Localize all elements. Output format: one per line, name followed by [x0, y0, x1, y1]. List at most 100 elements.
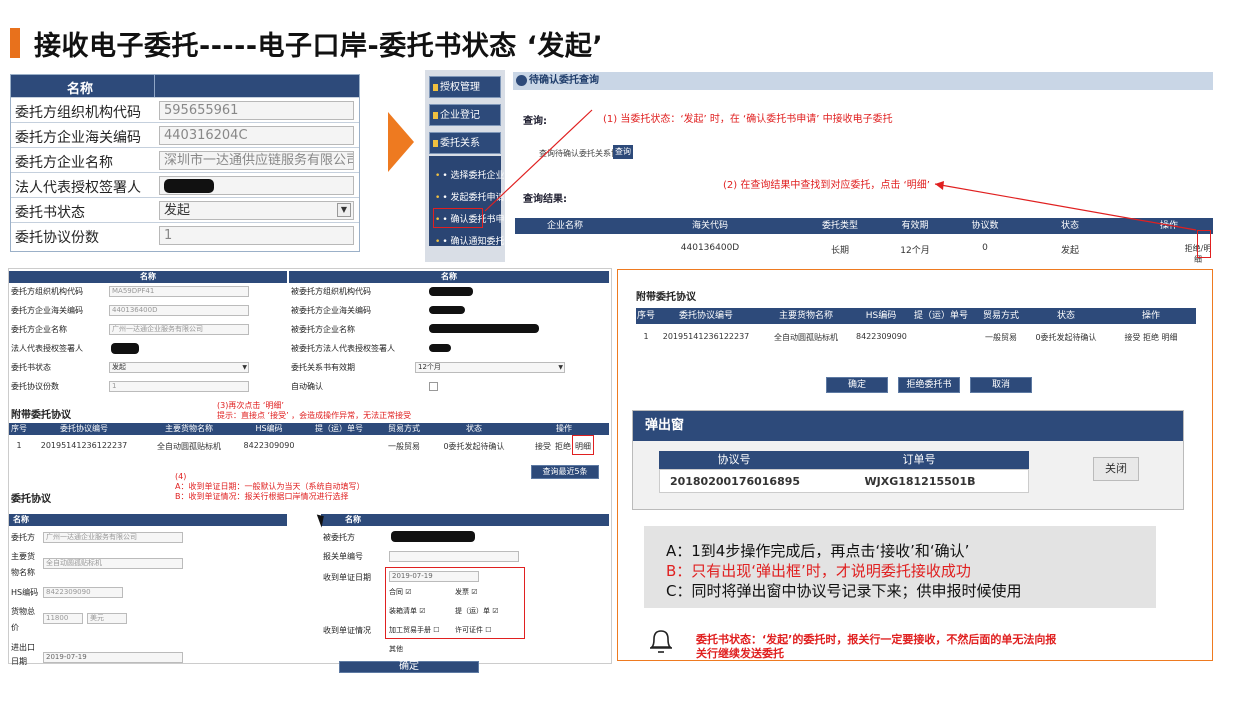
field-label: 委托方企业海关编码: [11, 306, 83, 315]
column-header: 协议号: [717, 453, 751, 466]
ok-button[interactable]: 确定: [826, 377, 888, 393]
column-header: HS编码: [255, 424, 283, 433]
note-4a: A：收到单证日期：一般默认为当天（系统自动填写）: [175, 482, 365, 491]
redaction: [429, 287, 473, 296]
redaction: [429, 324, 539, 333]
redaction: [111, 343, 139, 354]
field-label: 委托书状态: [11, 363, 51, 372]
validity-value: 12个月: [418, 363, 441, 371]
cancel-button[interactable]: 取消: [970, 377, 1032, 393]
column-header: 主要货物名称: [165, 424, 213, 433]
agreements-title: 附带委托协议: [636, 292, 696, 303]
column-header: 委托协议编号: [60, 424, 108, 433]
check-label[interactable]: 发票 ☑: [455, 586, 478, 599]
check-label[interactable]: 合同 ☑: [389, 586, 412, 599]
field-label: 货物总: [11, 607, 35, 616]
check-text: 提（运）单: [455, 607, 490, 615]
field-label: 自动确认: [291, 382, 323, 391]
column-header: 主要货物名称: [778, 311, 833, 321]
close-label: 关闭: [1105, 462, 1127, 475]
field-input[interactable]: 2019-07-19: [43, 652, 183, 663]
arrow-head: [935, 181, 944, 190]
check-text: 许可证件: [455, 626, 483, 634]
note-c: C：同时将弹出窗中协议号记录下来；供申报时候使用: [666, 582, 1022, 600]
check-label[interactable]: 许可证件 ☐: [455, 624, 492, 637]
column-header: HS编码: [865, 311, 897, 321]
confirm-button[interactable]: 确定: [339, 661, 479, 673]
popup-row: 20180200176016895 WJXG181215501B: [659, 469, 1029, 493]
currency-field[interactable]: 美元: [87, 613, 127, 624]
reject-button[interactable]: 拒绝委托书: [898, 377, 960, 393]
auto-confirm-checkbox[interactable]: [429, 382, 438, 391]
field-label: 报关单编号: [323, 552, 363, 561]
table-cell: 20195141236122237: [40, 441, 128, 450]
field-input[interactable]: [389, 551, 519, 562]
field-label: 被委托方法人代表授权签署人: [291, 344, 395, 353]
popup-table-header: 协议号 订单号: [659, 451, 1029, 469]
bottom-left-header: 名称: [9, 514, 287, 526]
check-label[interactable]: 装箱清单 ☑: [389, 605, 426, 618]
table-cell: 8422309090: [243, 441, 295, 450]
field-input[interactable]: 全自动圆孤贴标机: [43, 558, 183, 569]
agreement-number: 20180200176016895: [669, 475, 801, 488]
agreements-title: 附带委托协议: [11, 410, 71, 421]
note-3b: 提示：直接点 ‘接受’ ，会造成操作异常，无法正常接受: [217, 411, 412, 420]
chevron-down-icon: ▼: [242, 364, 247, 371]
receive-date-field[interactable]: 2019-07-19: [389, 571, 479, 582]
field-label: 物名称: [11, 568, 35, 577]
column-header: 提（运）单号: [315, 424, 363, 433]
field-input[interactable]: MA59DPF41: [109, 286, 249, 297]
check-label[interactable]: 加工贸易手册 ☐: [389, 624, 440, 637]
table-cell: 1: [16, 441, 22, 450]
column-header: 状态: [1056, 311, 1075, 321]
field-label: 日期: [11, 657, 27, 666]
left-header: 名称: [9, 271, 287, 283]
column-header: 提（运）单号: [913, 311, 968, 321]
reject-link[interactable]: 拒绝: [555, 441, 571, 452]
field-input[interactable]: 广州一达通企业服务有限公司: [109, 324, 249, 335]
redaction: [391, 531, 475, 542]
order-number: WJXG181215501B: [864, 475, 976, 488]
action-links[interactable]: 接受 拒绝 明细: [1106, 332, 1196, 343]
delegation-title: 委托协议: [11, 494, 51, 505]
field-label: 委托方组织机构代码: [11, 287, 83, 296]
table-cell: 全自动圆孤贴标机: [774, 333, 838, 342]
field-label: 委托关系书有效期: [291, 363, 355, 372]
other-label: 其他: [389, 645, 403, 653]
bell-shape: [650, 630, 672, 648]
column-header: 贸易方式: [388, 424, 420, 433]
bell-icon: [650, 630, 672, 653]
field-label: 被委托方企业海关编码: [291, 306, 371, 315]
field-label: 收到单证情况: [323, 626, 371, 635]
field-input[interactable]: 11800: [43, 613, 83, 624]
column-header: 操作: [1141, 311, 1160, 321]
detail-form-panel: 名称 名称 委托方组织机构代码 MA59DPF41 委托方企业海关编码 4401…: [8, 268, 612, 673]
note-b: B：只有出现‘弹出框’时，才说明委托接收成功: [666, 562, 971, 580]
note-4b: B：收到单证情况：报关行根据口岸情况进行选择: [175, 492, 349, 501]
column-header: 状态: [466, 424, 482, 433]
field-label: 收到单证日期: [323, 573, 371, 582]
agreement-table-header: 序号 委托协议编号 主要货物名称 HS编码 提（运）单号 贸易方式 状态 操作: [9, 423, 609, 435]
field-input[interactable]: 440136400D: [109, 305, 249, 316]
check-text: 发票: [455, 588, 469, 596]
status-select[interactable]: 发起 ▼: [109, 362, 249, 373]
column-header: 贸易方式: [982, 311, 1019, 321]
table-cell: 全自动圆孤贴标机: [157, 442, 221, 451]
validity-select[interactable]: 12个月 ▼: [415, 362, 565, 373]
field-input[interactable]: 1: [109, 381, 249, 392]
close-button[interactable]: 关闭: [1093, 457, 1139, 481]
column-header: 操作: [556, 424, 572, 433]
field-label: 被委托方: [323, 533, 355, 542]
column-header: 序号: [636, 311, 655, 321]
check-label[interactable]: 提（运）单 ☑: [455, 605, 499, 618]
table-cell: 0委托发起待确认: [1035, 333, 1097, 342]
column-header: 委托协议编号: [678, 311, 733, 321]
right-header: 名称: [289, 271, 609, 283]
field-label: 主要货: [11, 552, 35, 561]
redaction: [429, 344, 451, 352]
accept-link[interactable]: 接受: [535, 441, 551, 452]
redaction: [429, 306, 465, 314]
field-input[interactable]: 广州一达通企业服务有限公司: [43, 532, 183, 543]
field-input[interactable]: 8422309090: [43, 587, 123, 598]
recent-5-button[interactable]: 查询最近5条: [531, 465, 599, 479]
